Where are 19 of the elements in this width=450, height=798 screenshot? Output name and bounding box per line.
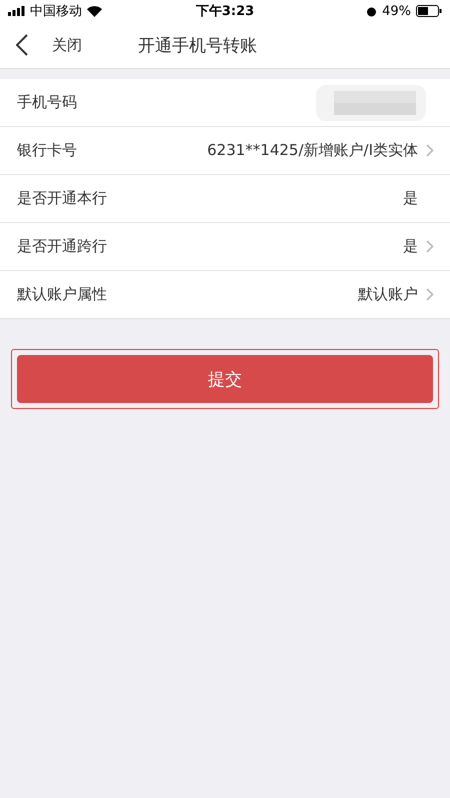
signal-icon <box>8 6 25 16</box>
row-value: 6231**1425/新增账户/I类实体 <box>207 141 418 160</box>
row-label: 手机号码 <box>17 93 78 112</box>
submit-button[interactable]: 提交 <box>17 355 433 403</box>
battery-icon <box>416 5 442 17</box>
wifi-icon <box>87 6 102 16</box>
row-value: 默认账户 <box>358 285 418 304</box>
row-label: 是否开通跨行 <box>17 237 108 256</box>
row-label: 默认账户属性 <box>17 285 108 304</box>
row-value: 是 <box>403 189 418 208</box>
clock-time: 下午3:23 <box>196 3 254 20</box>
battery-percent: 49% <box>382 4 411 18</box>
row-value: 是 <box>403 237 418 256</box>
row-label: 银行卡号 <box>17 141 78 160</box>
close-button[interactable]: 关闭 <box>16 34 82 56</box>
page-title: 开通手机号转账 <box>138 34 257 56</box>
carrier-name: 中国移动 <box>30 3 82 20</box>
back-icon <box>16 34 28 56</box>
row-label: 是否开通本行 <box>17 189 108 208</box>
